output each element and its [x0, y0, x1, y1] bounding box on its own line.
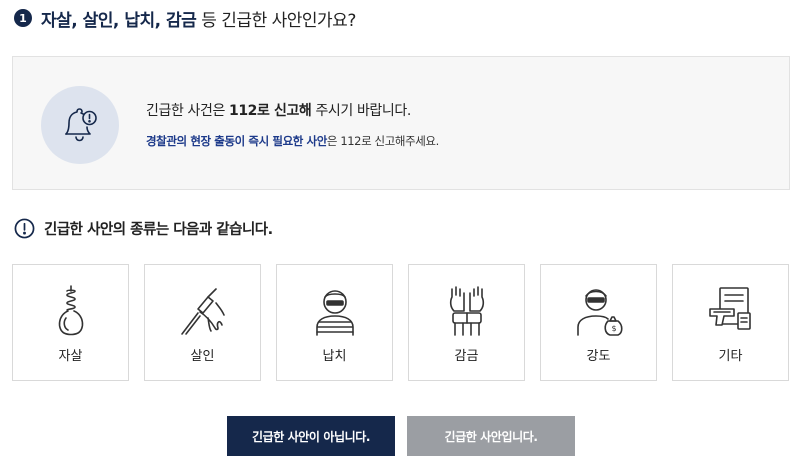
type-card-suicide: 자살	[12, 264, 129, 381]
type-card-kidnapping: 납치	[276, 264, 393, 381]
robber-icon: $	[576, 289, 623, 336]
types-heading: 긴급한 사안의 종류는 다음과 같습니다.	[14, 218, 273, 239]
type-card-confinement: 감금	[408, 264, 525, 381]
not-urgent-button[interactable]: 긴급한 사안이 아닙니다.	[227, 416, 395, 456]
notice-line-secondary: 경찰관의 현장 출동이 즉시 필요한 사안은 112로 신고해주세요.	[146, 133, 439, 149]
type-label: 살인	[190, 349, 215, 364]
notice-line2-rest: 은 112로 신고해주세요.	[326, 134, 439, 148]
noose-icon	[58, 285, 83, 336]
notice-line-primary: 긴급한 사건은 112로 신고해 주시기 바랍니다.	[146, 100, 411, 120]
notice-line1-bold: 112로 신고해	[228, 103, 312, 119]
exclamation-circle-icon	[14, 218, 35, 239]
bell-alert-icon	[41, 86, 119, 164]
question-title-suffix: 등 긴급한 사안인가요?	[201, 10, 356, 31]
types-title: 긴급한 사안의 종류는 다음과 같습니다.	[44, 222, 273, 238]
type-label: 자살	[58, 349, 83, 364]
urgent-button[interactable]: 긴급한 사안입니다.	[407, 416, 575, 456]
question-number-badge: 1	[14, 9, 32, 27]
question-title: 자살, 살인, 납치, 감금	[41, 10, 197, 31]
notice-line1-pre: 긴급한 사건은	[146, 103, 229, 119]
type-card-other: 기타	[672, 264, 789, 381]
type-label: 강도	[586, 349, 611, 364]
emergency-type-list: 자살 살인 납치 감금 $ 강도 기타	[12, 264, 789, 381]
bound-hands-icon	[449, 286, 484, 336]
emergency-notice-box: 긴급한 사건은 112로 신고해 주시기 바랍니다. 경찰관의 현장 출동이 즉…	[12, 56, 790, 190]
type-card-murder: 살인	[144, 264, 261, 381]
stabbing-icon	[180, 288, 225, 335]
svg-text:$: $	[611, 324, 616, 333]
type-card-robbery: $ 강도	[540, 264, 657, 381]
document-gun-icon	[708, 287, 751, 330]
notice-line2-highlight: 경찰관의 현장 출동이 즉시 필요한 사안	[146, 134, 327, 148]
type-label: 납치	[322, 349, 347, 364]
type-label: 감금	[454, 349, 479, 364]
hostage-icon	[315, 290, 354, 336]
notice-line1-post: 주시기 바랍니다.	[311, 103, 411, 119]
type-label: 기타	[718, 349, 743, 364]
question-heading: 1 자살, 살인, 납치, 감금 등 긴급한 사안인가요?	[14, 6, 356, 31]
